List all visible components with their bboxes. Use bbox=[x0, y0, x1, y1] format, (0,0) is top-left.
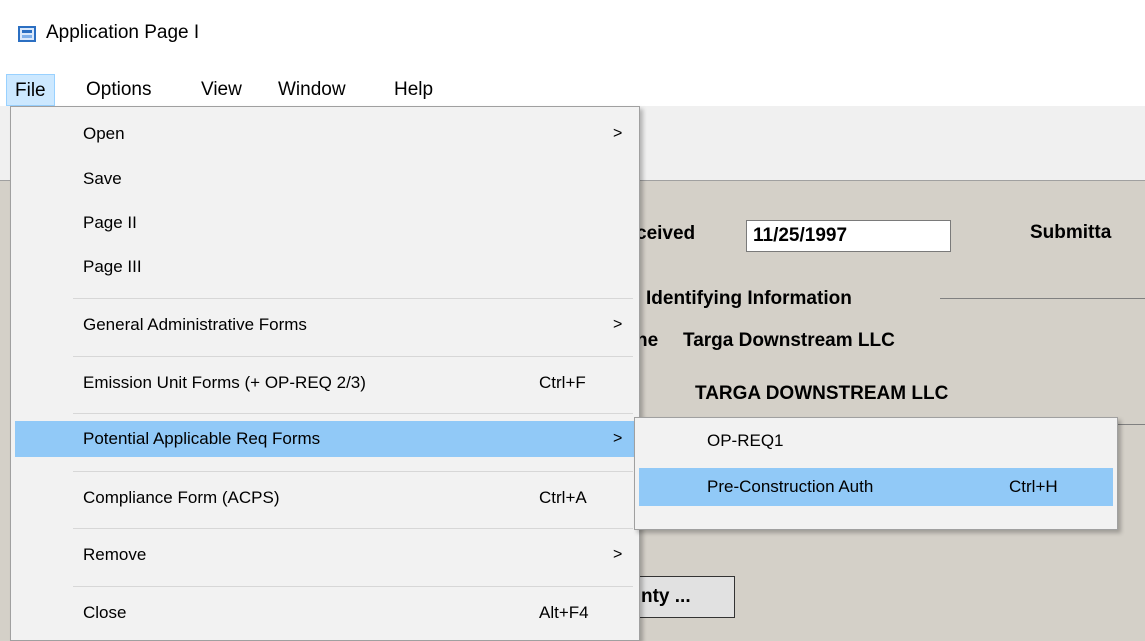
menu-item-page-iii[interactable]: Page III bbox=[15, 249, 635, 285]
menu-item-general-admin-forms[interactable]: General Administrative Forms > bbox=[15, 307, 635, 343]
received-label: ceived bbox=[636, 223, 696, 244]
menu-item-emission-unit-forms[interactable]: Emission Unit Forms (+ OP-REQ 2/3) Ctrl+… bbox=[15, 365, 635, 401]
submittal-label: Submitta bbox=[1030, 222, 1112, 243]
submenu-arrow-icon: > bbox=[613, 430, 623, 447]
menu-separator bbox=[73, 298, 633, 299]
menu-window[interactable]: Window bbox=[270, 74, 354, 106]
name-upper-value: TARGA DOWNSTREAM LLC bbox=[695, 383, 949, 404]
shortcut-label: Alt+F4 bbox=[539, 603, 589, 622]
menu-separator bbox=[73, 471, 633, 472]
name-value: Targa Downstream LLC bbox=[683, 330, 895, 351]
menu-options[interactable]: Options bbox=[78, 74, 159, 106]
shortcut-label: Ctrl+A bbox=[539, 488, 587, 507]
submenu-item-op-req1[interactable]: OP-REQ1 bbox=[639, 422, 1113, 460]
menu-item-label: Pre-Construction Auth bbox=[707, 477, 874, 496]
menu-item-label: Open bbox=[83, 124, 125, 143]
menu-item-compliance-form[interactable]: Compliance Form (ACPS) Ctrl+A bbox=[15, 480, 635, 516]
menu-item-label: Potential Applicable Req Forms bbox=[83, 429, 321, 448]
menu-item-remove[interactable]: Remove > bbox=[15, 537, 635, 573]
menu-item-close[interactable]: Close Alt+F4 bbox=[15, 595, 635, 631]
menu-help[interactable]: Help bbox=[386, 74, 441, 106]
menu-file[interactable]: File bbox=[6, 74, 55, 106]
title-bar: Application Page I bbox=[0, 0, 1145, 72]
menu-item-label: Close bbox=[83, 603, 127, 622]
menu-bar: File Options View Window Help bbox=[0, 74, 1145, 106]
menu-item-potential-applicable-req-forms[interactable]: Potential Applicable Req Forms > bbox=[15, 421, 635, 457]
shortcut-label: Ctrl+H bbox=[1009, 477, 1058, 496]
menu-item-label: General Administrative Forms bbox=[83, 315, 307, 334]
window-title: Application Page I bbox=[46, 22, 200, 43]
menu-item-save[interactable]: Save bbox=[15, 161, 635, 197]
app-window-icon bbox=[18, 26, 36, 42]
menu-item-label: OP-REQ1 bbox=[707, 431, 784, 450]
menu-separator bbox=[73, 528, 633, 529]
menu-view[interactable]: View bbox=[193, 74, 250, 106]
menu-item-page-ii[interactable]: Page II bbox=[15, 205, 635, 241]
file-menu: Open > Save Page II Page III General Adm… bbox=[10, 106, 640, 641]
menu-separator bbox=[73, 586, 633, 587]
submenu-arrow-icon: > bbox=[613, 125, 623, 142]
menu-separator bbox=[73, 413, 633, 414]
menu-item-open[interactable]: Open > bbox=[15, 116, 635, 152]
menu-item-label: Save bbox=[83, 169, 122, 188]
menu-item-label: Page II bbox=[83, 213, 137, 232]
menu-item-label: Page III bbox=[83, 257, 142, 276]
submenu-arrow-icon: > bbox=[613, 546, 623, 563]
menu-item-label: Remove bbox=[83, 545, 147, 564]
received-date-field[interactable]: 11/25/1997 bbox=[746, 220, 951, 252]
menu-item-label: Emission Unit Forms (+ OP-REQ 2/3) bbox=[83, 373, 366, 392]
menu-separator bbox=[73, 356, 633, 357]
potential-req-submenu: OP-REQ1 Pre-Construction Auth Ctrl+H bbox=[634, 417, 1118, 530]
submenu-item-pre-construction-auth[interactable]: Pre-Construction Auth Ctrl+H bbox=[639, 468, 1113, 506]
identifying-info-groupbox-label: Identifying Information bbox=[646, 288, 852, 309]
groupbox-border bbox=[940, 298, 1145, 299]
submenu-arrow-icon: > bbox=[613, 316, 623, 333]
shortcut-label: Ctrl+F bbox=[539, 373, 586, 392]
menu-item-label: Compliance Form (ACPS) bbox=[83, 488, 280, 507]
